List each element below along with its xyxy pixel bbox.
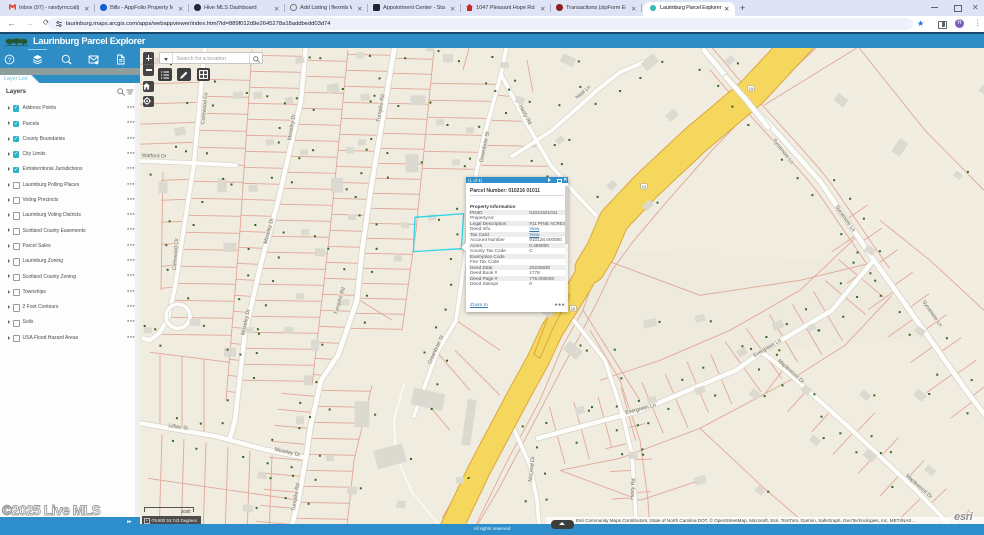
svg-text:?: ? [8, 56, 12, 63]
svg-text:Watford Dr: Watford Dr [141, 153, 166, 160]
svg-text:15: 15 [749, 86, 754, 91]
svg-text:15: 15 [642, 184, 647, 189]
svg-text:15: 15 [571, 306, 576, 311]
